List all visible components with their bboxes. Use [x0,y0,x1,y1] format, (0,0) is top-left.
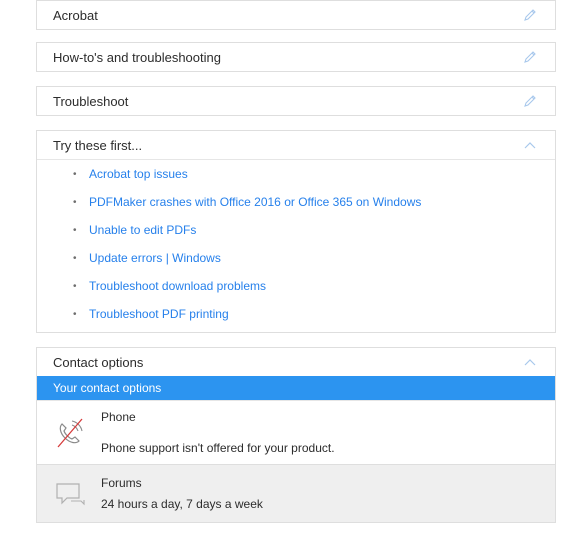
row-howto-header[interactable]: How-to's and troubleshooting [37,43,555,71]
bullet-icon: • [73,280,77,292]
contact-options-title: Contact options [53,354,144,370]
chevron-up-icon[interactable] [521,136,539,154]
list-item: • Acrobat top issues [37,160,555,188]
list-item: • Unable to edit PDFs [37,216,555,244]
contact-options-bar: Your contact options [37,376,555,400]
bullet-icon: • [73,224,77,236]
row-acrobat-label: Acrobat [53,7,98,23]
pencil-icon[interactable] [521,6,539,24]
contact-options-header[interactable]: Contact options [37,348,555,376]
contact-option-phone: Phone Phone support isn't offered for yo… [37,400,555,464]
row-acrobat-header[interactable]: Acrobat [37,1,555,29]
phone-disabled-icon [53,401,101,464]
list-item: • PDFMaker crashes with Office 2016 or Of… [37,188,555,216]
speech-bubble-icon [53,465,101,522]
bullet-icon: • [73,168,77,180]
contact-options-panel: Contact options Your contact options Pho… [36,347,556,523]
link-download-problems[interactable]: Troubleshoot download problems [89,279,266,293]
list-item: • Update errors | Windows [37,244,555,272]
row-acrobat[interactable]: Acrobat [36,0,556,30]
contact-option-forums[interactable]: Forums 24 hours a day, 7 days a week [37,464,555,522]
bullet-icon: • [73,308,77,320]
pencil-icon[interactable] [521,48,539,66]
try-these-first-panel: Try these first... • Acrobat top issues •… [36,130,556,333]
list-item: • Troubleshoot download problems [37,272,555,300]
bullet-icon: • [73,252,77,264]
try-these-first-title: Try these first... [53,137,143,153]
phone-note: Phone support isn't offered for your pro… [101,441,335,455]
row-howto[interactable]: How-to's and troubleshooting [36,42,556,72]
try-these-first-header[interactable]: Try these first... [37,131,555,159]
row-troubleshoot-label: Troubleshoot [53,93,129,109]
list-item: • Troubleshoot PDF printing [37,300,555,328]
bullet-icon: • [73,196,77,208]
row-troubleshoot[interactable]: Troubleshoot [36,86,556,116]
chevron-up-icon[interactable] [521,353,539,371]
row-troubleshoot-header[interactable]: Troubleshoot [37,87,555,115]
link-pdfmaker-crashes[interactable]: PDFMaker crashes with Office 2016 or Off… [89,195,421,209]
forums-label: Forums [101,476,142,490]
try-these-first-list: • Acrobat top issues • PDFMaker crashes wi… [37,159,555,332]
link-unable-to-edit[interactable]: Unable to edit PDFs [89,223,196,237]
link-pdf-printing[interactable]: Troubleshoot PDF printing [89,307,229,321]
link-acrobat-top-issues[interactable]: Acrobat top issues [89,167,188,181]
link-update-errors[interactable]: Update errors | Windows [89,251,221,265]
pencil-icon[interactable] [521,92,539,110]
forums-hours: 24 hours a day, 7 days a week [101,497,263,511]
row-howto-label: How-to's and troubleshooting [53,49,221,65]
phone-label: Phone [101,410,136,424]
